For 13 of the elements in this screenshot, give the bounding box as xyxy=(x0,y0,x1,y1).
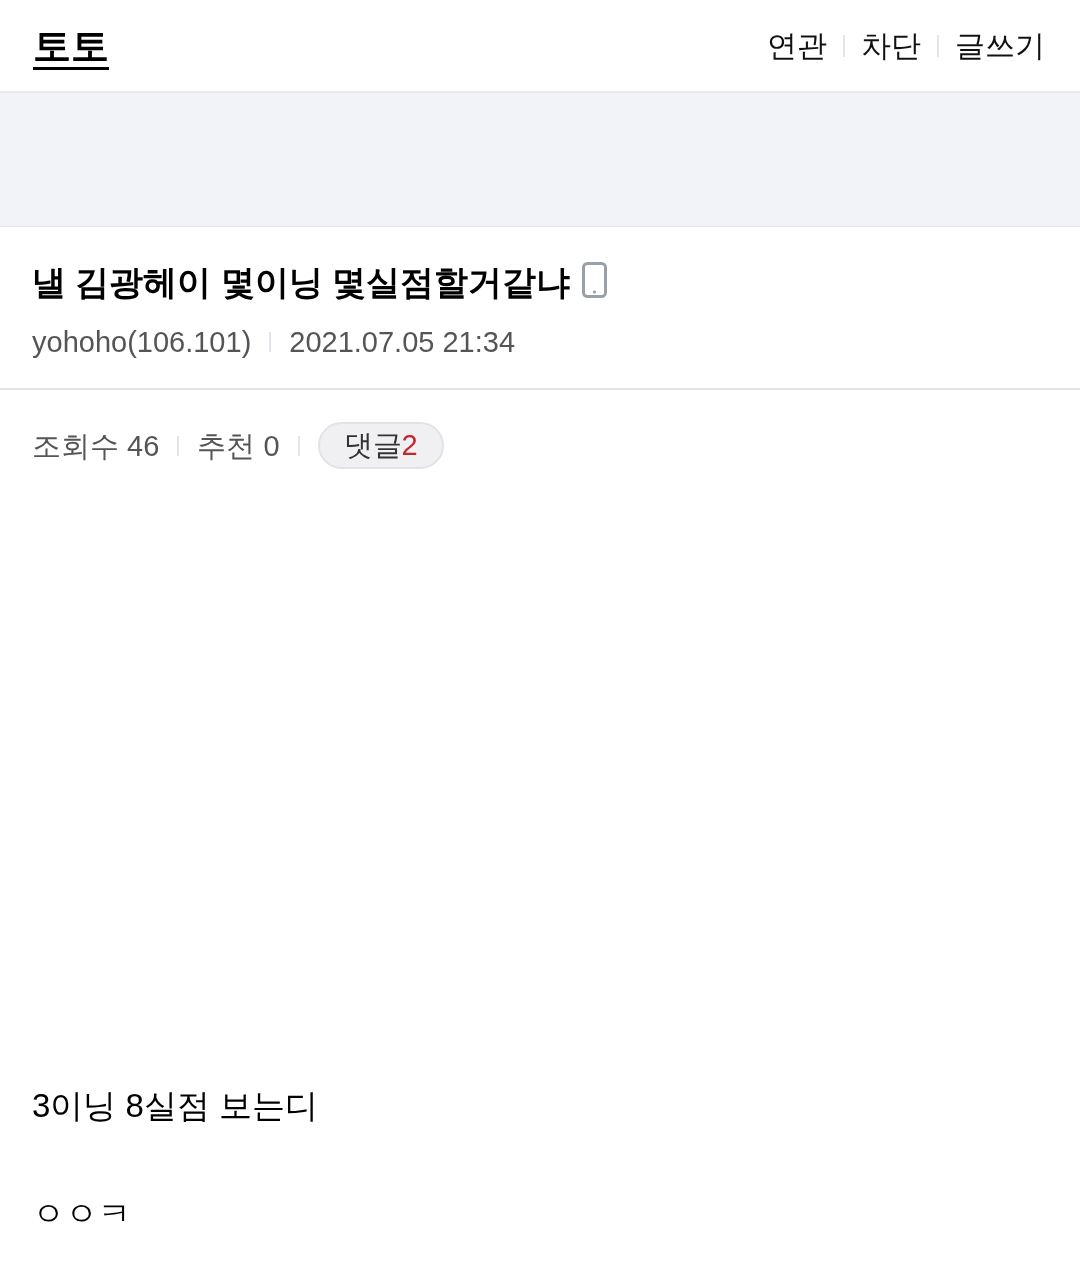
post-body-text: ㅇㅇㅋ xyxy=(32,1194,131,1234)
board-logo[interactable]: 토토 xyxy=(33,26,109,65)
header-link[interactable]: 차단 xyxy=(861,30,921,61)
comment-count-button[interactable]: 댓글2 xyxy=(317,422,444,469)
mobile-phone-icon xyxy=(582,262,608,298)
header-link[interactable]: 글쓰기 xyxy=(955,30,1045,61)
post-title: 낼 김광헤이 몇이닝 몇실점할거같냐 xyxy=(32,262,571,303)
header-link[interactable]: 연관 xyxy=(767,30,827,61)
author-name[interactable]: yohoho(106.101) xyxy=(32,324,252,360)
post-stat: 조회수 46 xyxy=(32,428,160,464)
post-stat: 추천 0 xyxy=(197,428,280,464)
post-body-text: 3이닝 8실점 보는디 xyxy=(32,1086,319,1126)
post-date: 2021.07.05 21:34 xyxy=(289,325,516,360)
